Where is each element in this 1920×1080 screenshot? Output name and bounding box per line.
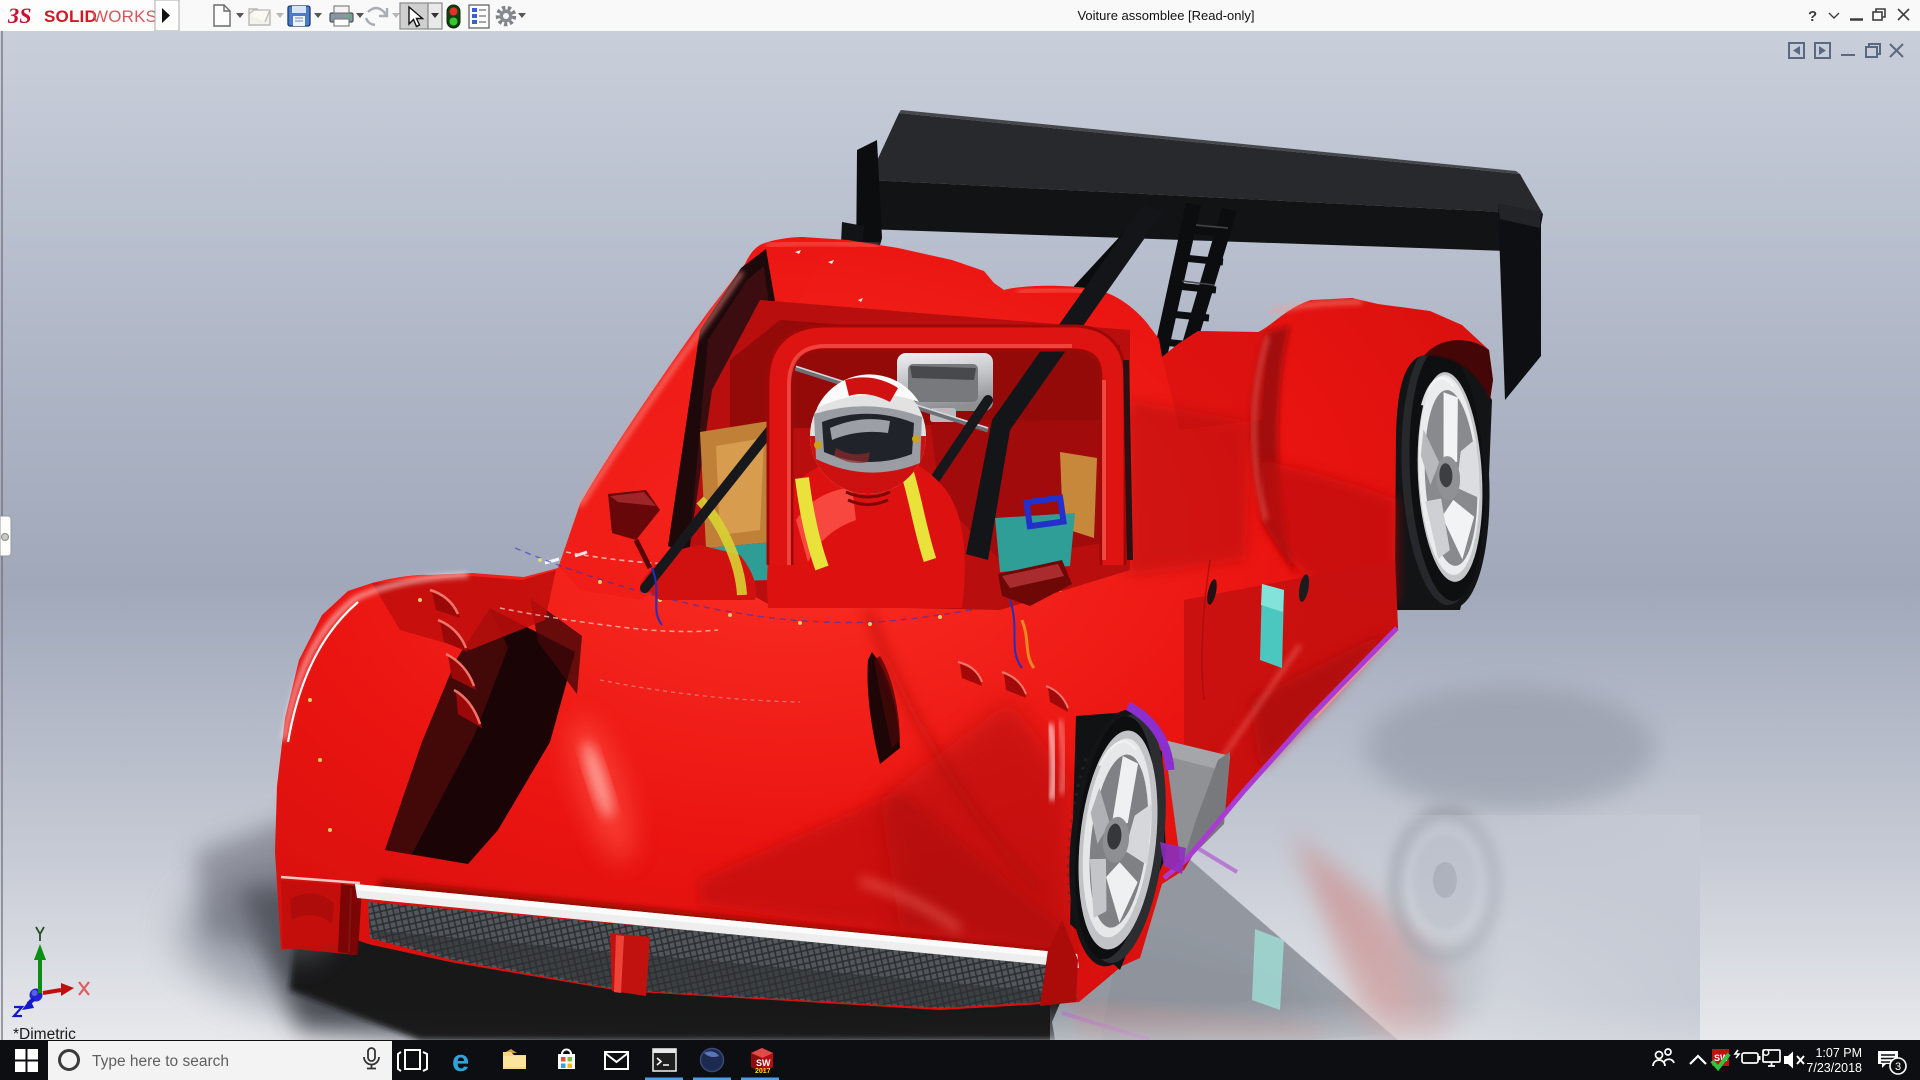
svg-text:1:07 PM: 1:07 PM [1815, 1046, 1862, 1060]
svg-text:SOLID: SOLID [44, 7, 97, 26]
svg-text:ЗS: ЗS [7, 3, 31, 28]
svg-text:Voiture assomblee [Read-only]: Voiture assomblee [Read-only] [1077, 8, 1254, 23]
svg-text:SW: SW [756, 1058, 771, 1068]
svg-text:*Dimetric: *Dimetric [13, 1026, 76, 1040]
svg-text:2017: 2017 [755, 1068, 771, 1075]
svg-text:3: 3 [1895, 1061, 1901, 1073]
svg-text:Type here to search: Type here to search [92, 1053, 229, 1070]
svg-text:?: ? [1808, 8, 1817, 25]
svg-text:7/23/2018: 7/23/2018 [1806, 1061, 1862, 1075]
svg-text:WORKS: WORKS [92, 7, 157, 26]
svg-text:e: e [452, 1043, 469, 1078]
